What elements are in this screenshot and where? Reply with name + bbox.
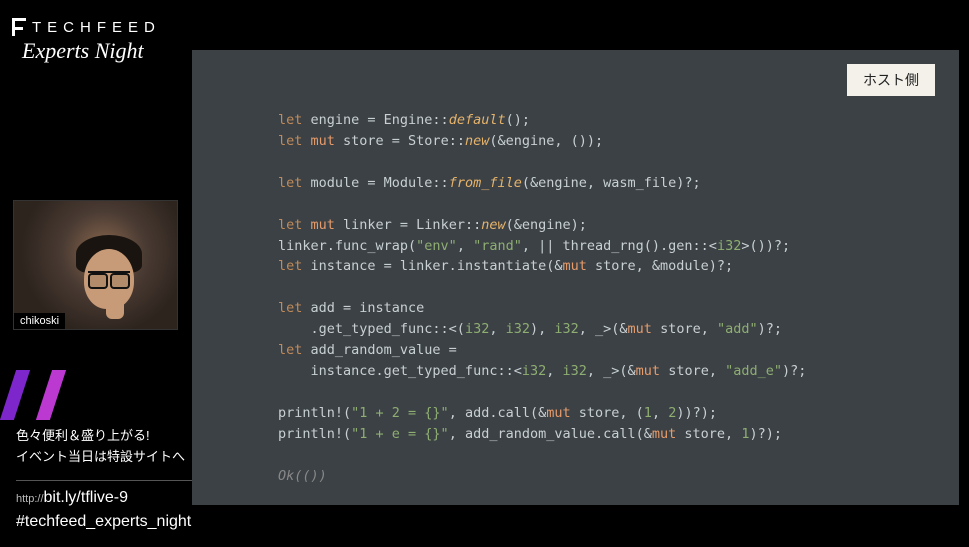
brand-text: TECHFEED [32, 19, 161, 36]
logo-f-icon [12, 18, 26, 36]
webcam-feed [14, 201, 177, 329]
slide-panel: ホスト側 let engine = Engine::default(); let… [192, 50, 959, 505]
brand-subtitle: Experts Night [22, 38, 161, 64]
speaker-name-tag: chikoski [14, 313, 65, 329]
event-hashtag: #techfeed_experts_night [16, 513, 246, 531]
accent-stripes-icon [0, 370, 66, 420]
url-path: bit.ly/tflive-9 [44, 489, 128, 506]
url-prefix: http:// [16, 493, 44, 505]
code-block: let engine = Engine::default(); let mut … [278, 110, 939, 487]
host-badge: ホスト側 [847, 64, 935, 96]
webcam-panel: chikoski [13, 200, 178, 330]
brand-logo: TECHFEED Experts Night [12, 18, 161, 64]
